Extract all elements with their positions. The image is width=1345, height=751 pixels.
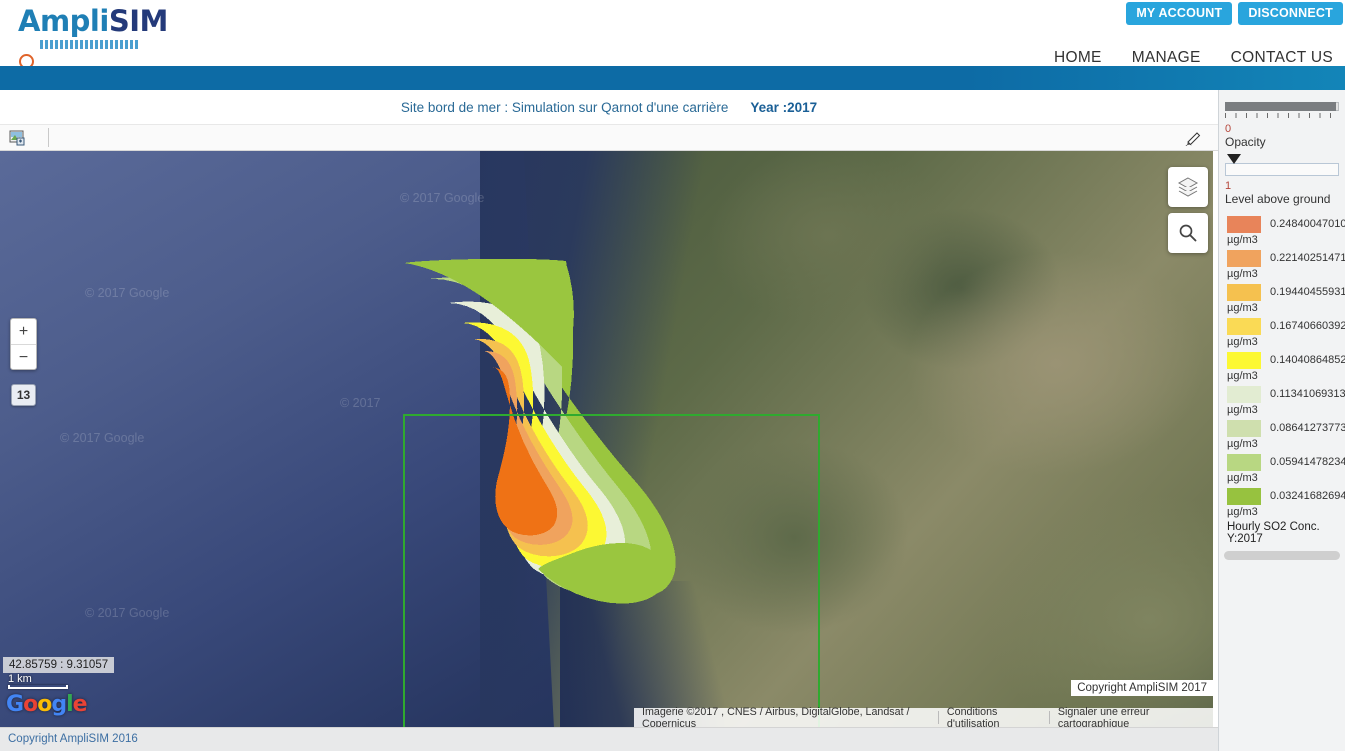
map-scale-bar: 1 km <box>8 673 68 689</box>
layers-icon <box>1177 177 1199 197</box>
pencil-icon[interactable] <box>1185 129 1203 146</box>
legend-item: 0.140408648525 <box>1219 350 1345 370</box>
scale-label: 1 km <box>8 673 32 685</box>
legend-item: 0.194404559315 <box>1219 282 1345 302</box>
legend-unit: µg/m3 <box>1227 370 1258 382</box>
logo-text-ampli: Ampli <box>18 4 109 38</box>
level-slider-track[interactable] <box>1225 163 1339 176</box>
main-navigation: HOME MANAGE CONTACT US <box>1054 49 1333 67</box>
nav-item-contact-us[interactable]: CONTACT US <box>1231 49 1333 67</box>
legend-unit: µg/m3 <box>1227 336 1258 348</box>
page-footer: Copyright AmpliSIM 2016 <box>0 727 1218 751</box>
legend-unit: µg/m3 <box>1227 472 1258 484</box>
legend-color-swatch <box>1227 385 1261 403</box>
logo-barcode-decoration <box>40 40 140 49</box>
legend-color-swatch <box>1227 453 1261 471</box>
opacity-slider[interactable] <box>1225 102 1339 111</box>
legend-unit: µg/m3 <box>1227 438 1258 450</box>
logo-wordmark: AmpliSIM <box>18 4 183 73</box>
legend-value: 0.140408648525 <box>1270 354 1345 366</box>
legend-value: 0.194404559315 <box>1270 286 1345 298</box>
footer-copyright: Copyright AmpliSIM 2016 <box>8 733 138 745</box>
logo-text-sim: SIM <box>108 4 169 38</box>
nav-item-home[interactable]: HOME <box>1054 49 1102 67</box>
legend-color-swatch <box>1227 215 1261 233</box>
attribution-imagery: Imagerie ©2017 , CNES / Airbus, DigitalG… <box>642 705 910 728</box>
legend-color-swatch <box>1227 419 1261 437</box>
domain-bounding-box <box>403 414 820 727</box>
opacity-label: Opacity <box>1225 135 1266 149</box>
legend-list: 0.248400470105 µg/m3 0.22140251471 µg/m3 0.1… <box>1219 214 1345 518</box>
legend-item: 0.05941478234 <box>1219 452 1345 472</box>
zoom-level-indicator[interactable]: 13 <box>11 384 36 406</box>
layer-control-panel: 0 Opacity 1 Level above ground 0.2484004… <box>1218 90 1345 751</box>
legend-unit: µg/m3 <box>1227 506 1258 518</box>
my-account-button[interactable]: MY ACCOUNT <box>1126 2 1233 25</box>
opacity-value: 0 <box>1225 123 1232 135</box>
google-logo: Google <box>6 692 88 717</box>
legend-item: 0.22140251471 <box>1219 248 1345 268</box>
legend-value: 0.22140251471 <box>1270 252 1345 264</box>
map-copyright-badge: Copyright AmpliSIM 2017 <box>1071 680 1213 696</box>
opacity-slider-fill <box>1225 102 1336 111</box>
level-slider-handle[interactable] <box>1227 154 1241 164</box>
legend-item: 0.032416826945 <box>1219 486 1345 506</box>
legend-color-swatch <box>1227 351 1261 369</box>
legend-value: 0.248400470105 <box>1270 218 1345 230</box>
attribution-terms[interactable]: Conditions d'utilisation <box>939 706 1049 728</box>
legend-unit: µg/m3 <box>1227 234 1258 246</box>
legend-value: 0.11341069313 <box>1270 388 1345 400</box>
map-toolbar <box>0 125 1218 151</box>
legend-unit: µg/m3 <box>1227 268 1258 280</box>
blue-header-stripe <box>0 66 1345 90</box>
simulation-year: Year :2017 <box>750 99 818 115</box>
attribution-report-error[interactable]: Signaler une erreur cartographique <box>1050 706 1213 728</box>
search-icon <box>1179 224 1197 242</box>
toolbar-divider <box>48 128 49 147</box>
simulation-title: Site bord de mer : Simulation sur Qarnot… <box>400 99 729 115</box>
layers-button[interactable] <box>1168 167 1208 207</box>
zoom-out-button[interactable]: − <box>11 345 36 370</box>
legend-value: 0.032416826945 <box>1270 490 1345 502</box>
top-brand-bar: AmpliSIM MY ACCOUNT DISCONNECT HOME MANA… <box>0 0 1345 69</box>
disconnect-button[interactable]: DISCONNECT <box>1238 2 1343 25</box>
legend-unit: µg/m3 <box>1227 404 1258 416</box>
level-label: Level above ground <box>1225 192 1331 206</box>
ampli-sim-logo[interactable]: AmpliSIM <box>18 4 183 69</box>
legend-value: 0.05941478234 <box>1270 456 1345 468</box>
map-canvas[interactable]: © 2017 Google © 2017 Google © 2017 © 201… <box>0 151 1213 727</box>
legend-item: 0.086412737735 <box>1219 418 1345 438</box>
legend-value: 0.086412737735 <box>1270 422 1345 434</box>
search-button[interactable] <box>1168 213 1208 253</box>
opacity-slider-track[interactable] <box>1225 102 1339 111</box>
legend-color-swatch <box>1227 317 1261 335</box>
legend-item: 0.16740660392 <box>1219 316 1345 336</box>
account-buttons: MY ACCOUNT DISCONNECT <box>1126 2 1343 25</box>
legend-color-swatch <box>1227 487 1261 505</box>
save-image-icon[interactable] <box>9 129 26 146</box>
zoom-in-button[interactable]: + <box>11 319 36 344</box>
simulation-title-bar: Site bord de mer : Simulation sur Qarnot… <box>0 90 1218 125</box>
level-value: 1 <box>1225 180 1232 192</box>
opacity-slider-ticks <box>1225 113 1339 123</box>
map-attribution-bar: Imagerie ©2017 , CNES / Airbus, DigitalG… <box>634 705 1213 728</box>
panel-horizontal-scrollbar[interactable] <box>1224 551 1340 560</box>
scale-line <box>8 685 68 689</box>
legend-title: Hourly SO2 Conc. Y:2017 <box>1227 521 1320 545</box>
legend-color-swatch <box>1227 283 1261 301</box>
map-zoom-controls[interactable]: + − <box>10 318 37 370</box>
legend-color-swatch <box>1227 249 1261 267</box>
legend-unit: µg/m3 <box>1227 302 1258 314</box>
legend-item: 0.248400470105 <box>1219 214 1345 234</box>
cursor-coordinates: 42.85759 : 9.31057 <box>3 657 115 673</box>
legend-value: 0.16740660392 <box>1270 320 1345 332</box>
legend-item: 0.11341069313 <box>1219 384 1345 404</box>
nav-item-manage[interactable]: MANAGE <box>1132 49 1201 67</box>
